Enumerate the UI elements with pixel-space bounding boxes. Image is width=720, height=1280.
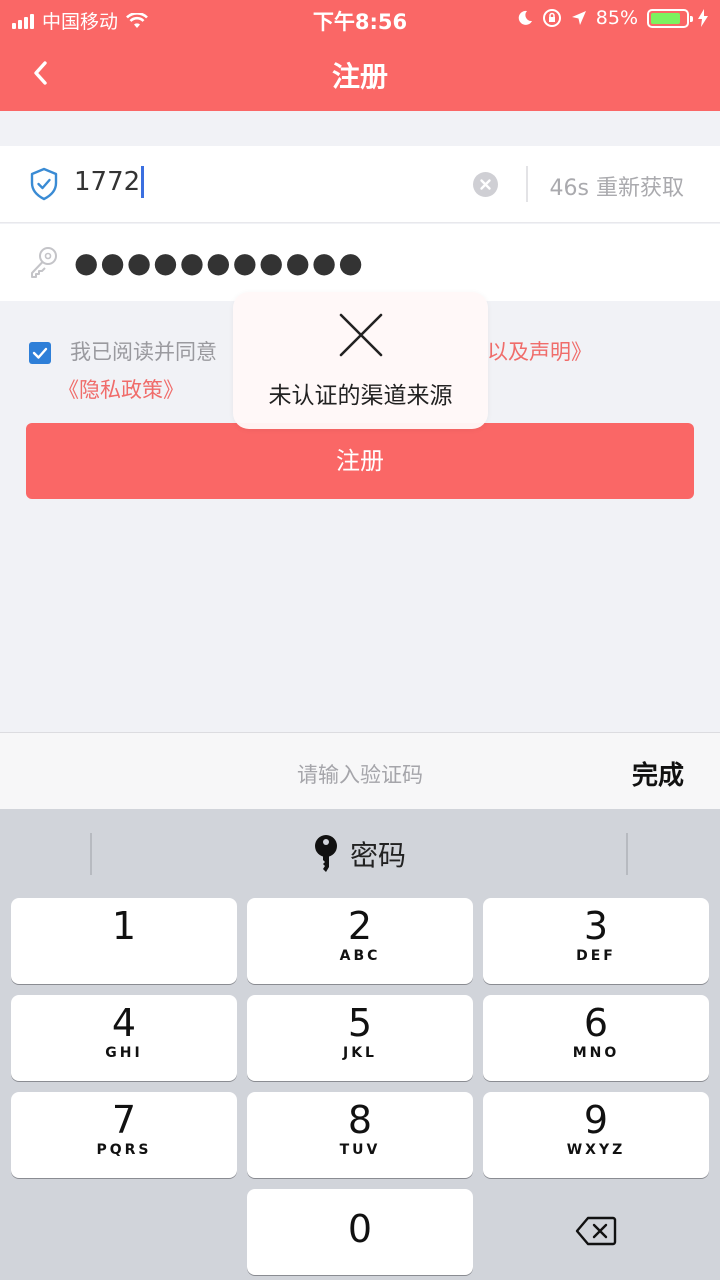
numeric-keyboard: 密码 1 2 ABC 3 DEF 4 GHI 5 JKL 6 MNO 7 PQR…	[0, 809, 720, 1280]
key-number: 4	[111, 1001, 137, 1045]
register-button[interactable]: 注册	[26, 423, 694, 499]
toast-message: 未认证的渠道来源	[268, 383, 453, 409]
verification-code-value: 1772	[74, 167, 141, 197]
battery-icon	[647, 8, 693, 28]
key-letters: JKL	[343, 1045, 377, 1061]
password-input[interactable]: ●●●●●●●●●●●	[74, 246, 365, 279]
key-letters: WXYZ	[566, 1142, 626, 1158]
password-row: ●●●●●●●●●●●	[0, 224, 720, 301]
key-letters: GHI	[105, 1045, 143, 1061]
key-3[interactable]: 3 DEF	[483, 898, 709, 984]
agreement-checkbox[interactable]	[29, 342, 51, 364]
verification-code-row: 1772 46s 重新获取	[0, 146, 720, 223]
text-caret	[141, 166, 145, 198]
agreement-text: 我已阅读并同意	[70, 340, 217, 364]
error-toast: 未认证的渠道来源	[233, 292, 488, 429]
key-number: 2	[347, 904, 373, 948]
clear-input-icon[interactable]	[473, 172, 498, 197]
rotation-lock-icon	[542, 9, 561, 27]
key-letters: TUV	[339, 1142, 381, 1158]
backspace-icon	[575, 1216, 617, 1246]
page-title: 注册	[331, 60, 388, 93]
moon-icon	[518, 10, 532, 25]
key-0[interactable]: 0	[247, 1189, 473, 1275]
keyboard-hint: 请输入验证码	[297, 763, 423, 787]
key-letters: MNO	[572, 1045, 620, 1061]
key-letters: PQRS	[96, 1142, 152, 1158]
keyboard-accessory-bar: 请输入验证码 完成	[0, 732, 720, 809]
key-2[interactable]: 2 ABC	[247, 898, 473, 984]
key-6[interactable]: 6 MNO	[483, 995, 709, 1081]
key-letters: DEF	[576, 948, 616, 964]
close-icon	[339, 313, 383, 357]
privacy-policy-link[interactable]: 《隐私政策》	[58, 374, 184, 404]
charging-icon	[698, 9, 708, 27]
key-number: 3	[583, 904, 609, 948]
done-button[interactable]: 完成	[632, 755, 684, 792]
key-4[interactable]: 4 GHI	[11, 995, 237, 1081]
key-number: 5	[347, 1001, 373, 1045]
key-number: 0	[347, 1207, 373, 1251]
shield-check-icon	[30, 167, 58, 201]
key-9[interactable]: 9 WXYZ	[483, 1092, 709, 1178]
key-number: 7	[111, 1098, 137, 1142]
key-icon	[31, 247, 57, 278]
key-number: 9	[583, 1098, 609, 1142]
key-5[interactable]: 5 JKL	[247, 995, 473, 1081]
field-divider	[526, 166, 528, 202]
key-blank	[11, 1189, 237, 1275]
keyboard-mode-label: 密码	[349, 839, 406, 872]
header: 中国移动 下午8:56 85% 注册	[0, 0, 720, 111]
keyboard-mode-bar: 密码	[0, 809, 720, 897]
key-8[interactable]: 8 TUV	[247, 1092, 473, 1178]
key-1[interactable]: 1	[11, 898, 237, 984]
resend-code-button[interactable]: 46s 重新获取	[550, 170, 684, 202]
verification-code-input[interactable]: 1772	[74, 166, 145, 198]
status-bar: 中国移动 下午8:56 85%	[0, 0, 720, 38]
key-number: 8	[347, 1098, 373, 1142]
key-icon	[314, 835, 337, 872]
location-icon	[571, 11, 586, 25]
key-number: 6	[583, 1001, 609, 1045]
battery-percent: 85%	[595, 7, 638, 29]
delete-key[interactable]	[483, 1189, 709, 1275]
key-7[interactable]: 7 PQRS	[11, 1092, 237, 1178]
key-number: 1	[111, 904, 137, 948]
terms-link[interactable]: 以及声明》	[487, 336, 592, 366]
key-letters: ABC	[339, 948, 381, 964]
